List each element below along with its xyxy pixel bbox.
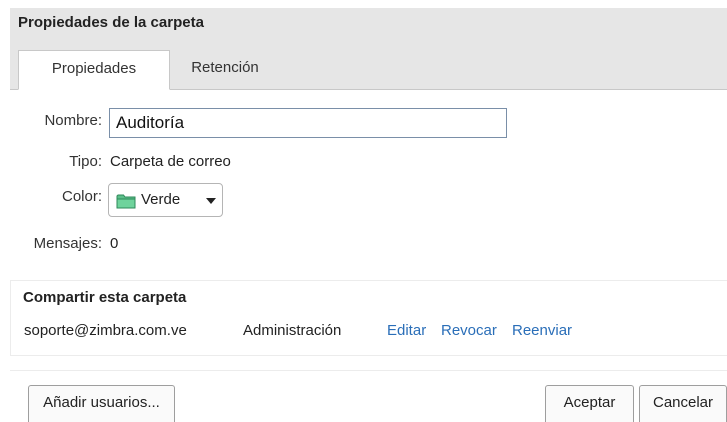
share-revoke-link[interactable]: Revocar bbox=[441, 322, 497, 339]
color-label: Color: bbox=[61, 188, 102, 205]
accept-button[interactable]: Aceptar bbox=[545, 385, 634, 422]
name-input[interactable] bbox=[109, 108, 507, 138]
tab-bar: Propiedades Retención bbox=[10, 42, 727, 90]
add-users-button[interactable]: Añadir usuarios... bbox=[28, 385, 175, 422]
share-edit-link[interactable]: Editar bbox=[387, 322, 426, 339]
messages-value: 0 bbox=[110, 235, 119, 252]
share-section: Compartir esta carpeta soporte@zimbra.co… bbox=[10, 280, 727, 356]
folder-icon bbox=[116, 194, 136, 209]
messages-label: Mensajes: bbox=[33, 235, 102, 252]
share-user: soporte@zimbra.com.ve bbox=[24, 322, 187, 339]
share-forward-link[interactable]: Reenviar bbox=[512, 322, 572, 339]
cancel-button[interactable]: Cancelar bbox=[639, 385, 727, 422]
tab-propiedades[interactable]: Propiedades bbox=[18, 50, 170, 90]
type-value: Carpeta de correo bbox=[110, 153, 231, 170]
chevron-down-icon bbox=[206, 198, 216, 204]
share-role: Administración bbox=[243, 322, 342, 339]
tab-retencion[interactable]: Retención bbox=[170, 50, 280, 90]
share-section-title: Compartir esta carpeta bbox=[23, 289, 187, 306]
color-select[interactable]: Verde bbox=[108, 183, 223, 217]
type-label: Tipo: bbox=[69, 153, 102, 170]
dialog-title: Propiedades de la carpeta bbox=[10, 8, 727, 42]
footer-divider bbox=[10, 370, 727, 371]
color-select-value: Verde bbox=[141, 191, 181, 208]
name-label: Nombre: bbox=[44, 112, 102, 129]
